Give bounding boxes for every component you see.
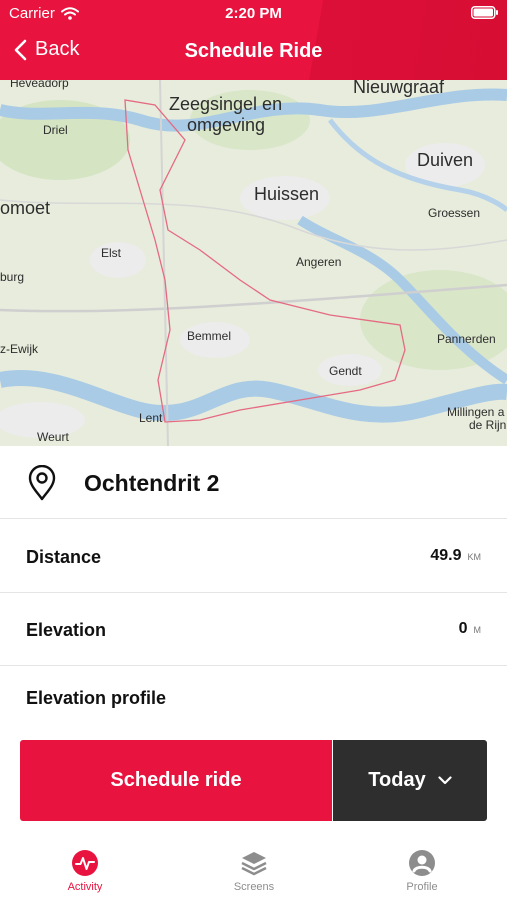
map-place-label: Huissen [254,184,320,204]
elevation-value: 0 [458,620,468,637]
elevation-profile-label: Elevation profile [26,688,167,708]
map-place-label: omgeving [187,115,266,135]
map-place-label: Duiven [417,150,474,170]
tab-activity[interactable]: Activity [25,849,145,893]
schedule-ride-button[interactable]: Schedule ride [20,740,332,821]
map-place-label: Lent [139,411,163,425]
map-place-label: Heveadorp [10,80,69,90]
elevation-unit: M [473,625,482,635]
map-place-label: Pannerden [437,332,496,346]
map-place-label: Angeren [296,255,342,269]
map-place-label: Bemmel [187,329,232,343]
header: Carrier 2:20 PM Back Schedule Ride [0,0,507,80]
distance-row: Distance 49.9 KM [0,520,507,593]
elevation-value-group: 0 M [459,620,481,638]
map-place-label: z-Ewijk [0,342,38,356]
map-place-label: Elst [101,246,122,260]
date-label: Today [368,769,426,791]
nav-bar: Back Schedule Ride [0,36,507,72]
status-time: 2:20 PM [225,5,282,22]
battery-icon [471,6,499,23]
map-place-label: Nieuwgraaf [353,80,445,97]
route-map[interactable]: Heveadorp Zeegsingel en omgeving Nieuwgr… [0,80,507,446]
distance-label: Distance [26,547,102,567]
map-place-label: omoet [0,198,51,218]
tab-screens-label: Screens [233,881,275,893]
activity-icon [72,850,98,876]
location-pin-icon [28,465,56,501]
layers-icon [241,852,267,876]
distance-unit: KM [467,552,482,562]
map-place-label: Zeegsingel en [169,94,283,114]
route-header: Ochtendrit 2 [0,446,507,519]
user-circle-icon [409,850,435,876]
elevation-label: Elevation [26,620,107,640]
map-place-label: Groessen [428,206,481,220]
distance-value: 49.9 [430,547,462,564]
map-place-label: Driel [43,123,68,137]
map-place-label: burg [0,270,25,284]
map-place-label: de Rijn [469,418,507,432]
distance-value-group: 49.9 KM [430,547,481,565]
chevron-down-icon [438,776,452,785]
map-place-label: Millingen a [447,405,505,419]
route-name: Ochtendrit 2 [84,470,220,496]
tab-screens[interactable]: Screens [194,849,314,893]
tab-bar: Activity Screens Profile [0,835,507,900]
tab-profile-label: Profile [406,881,438,893]
schedule-ride-label: Schedule ride [110,769,242,791]
page-title: Schedule Ride [184,40,323,62]
map-place-label: Weurt [37,430,69,444]
map-place-label: Gendt [329,364,362,378]
date-picker-button[interactable]: Today [333,740,487,821]
status-bar: Carrier 2:20 PM [0,0,507,28]
tab-activity-label: Activity [67,881,103,893]
elevation-row: Elevation 0 M [0,593,507,666]
tab-profile[interactable]: Profile [362,849,482,893]
